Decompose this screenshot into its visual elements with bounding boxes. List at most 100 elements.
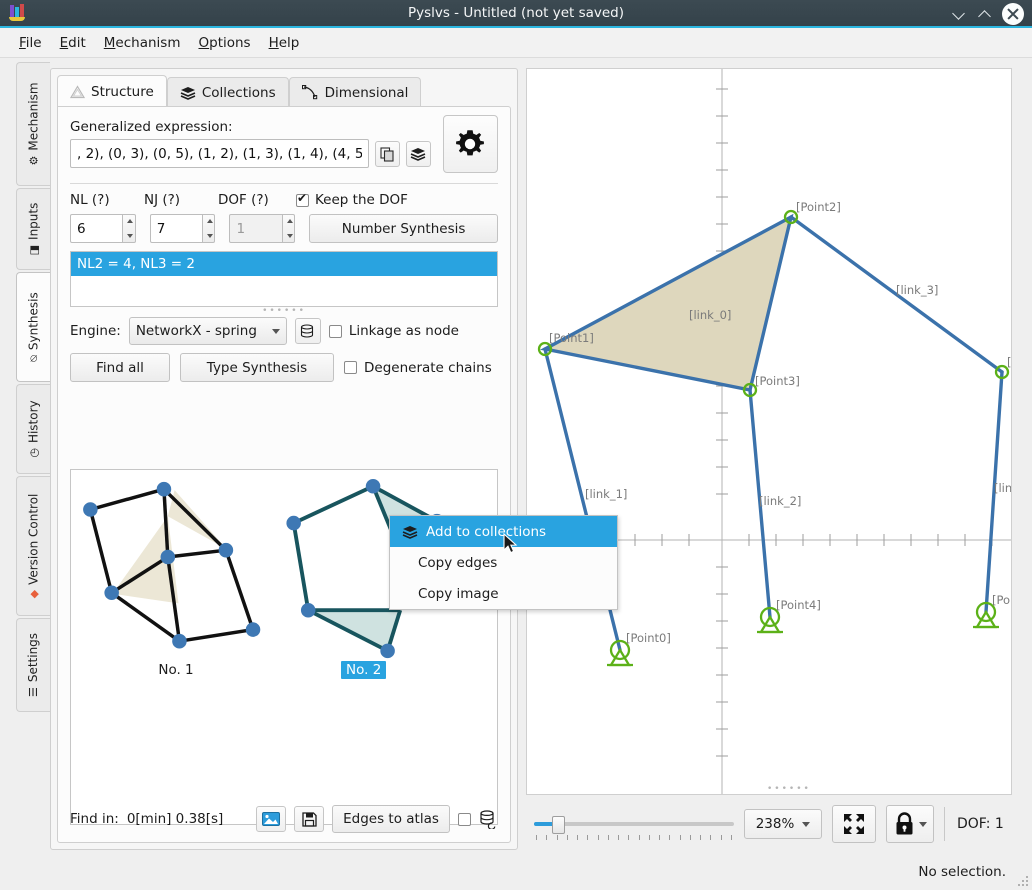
close-button[interactable]: [1002, 3, 1024, 25]
tab-collections[interactable]: Collections: [166, 77, 289, 107]
axis-ticks: [527, 88, 993, 757]
atlas-caption-1[interactable]: No. 1: [71, 662, 281, 678]
window-controls: [944, 3, 1024, 25]
fit-screen-button[interactable]: [832, 805, 876, 843]
link-0-body[interactable]: [540, 213, 794, 392]
engine-database-button[interactable]: [294, 318, 321, 344]
sidebar-item-version-control[interactable]: ◆ Version Control: [16, 476, 50, 616]
structure-tab-content: Generalized expression: , 2), (0, 3), (0…: [57, 106, 511, 843]
menu-file[interactable]: File: [10, 32, 51, 54]
chevron-down-icon: [953, 8, 966, 21]
find-in-label: Find in:: [70, 811, 119, 827]
nl-step-up[interactable]: [123, 215, 134, 229]
sliders-icon: ☰: [27, 687, 40, 698]
copy-expression-button[interactable]: [375, 141, 400, 167]
engine-label: Engine:: [70, 323, 121, 339]
engine-select[interactable]: NetworkX - spring: [128, 317, 287, 345]
splitter-grip[interactable]: ••••••: [70, 307, 498, 316]
nj-step-down[interactable]: [203, 229, 214, 243]
axes: [527, 69, 1011, 794]
nl-step-down[interactable]: [123, 229, 134, 243]
nl-stepper[interactable]: [123, 214, 136, 243]
graph-item-1[interactable]: [83, 481, 261, 649]
menu-item-label: Copy edges: [418, 554, 498, 571]
list-item[interactable]: NL2 = 4, NL3 = 2: [71, 252, 497, 276]
find-all-button[interactable]: Find all: [70, 353, 170, 382]
degenerate-chains-checkbox[interactable]: Degenerate chains: [344, 360, 492, 376]
database-refresh-icon[interactable]: [479, 809, 498, 829]
expression-input[interactable]: [70, 139, 369, 168]
counts-row: 6 7 1 Number Synthesis: [70, 214, 498, 243]
sidebar-item-settings[interactable]: ☰ Settings: [16, 618, 50, 712]
clock-icon: ◷: [27, 448, 40, 458]
menu-help[interactable]: Help: [260, 32, 309, 54]
nj-label: NJ (?): [144, 192, 181, 208]
maximize-button[interactable]: [974, 3, 996, 25]
zoom-slider[interactable]: [534, 810, 734, 840]
nj-step-up[interactable]: [203, 215, 214, 229]
checkbox-box: [328, 324, 342, 338]
type-synthesis-button[interactable]: Type Synthesis: [180, 353, 334, 382]
engine-value: NetworkX - spring: [135, 323, 257, 339]
divider: [944, 807, 945, 841]
generalized-expression-label: Generalized expression:: [70, 119, 233, 135]
save-file-button[interactable]: [294, 806, 324, 832]
nj-spinbox[interactable]: 7: [149, 214, 204, 243]
link-label: [link_0]: [689, 308, 731, 322]
nl-results-list[interactable]: NL2 = 4, NL3 = 2: [70, 251, 498, 307]
menu-item-add-to-collections[interactable]: Add to collections: [390, 516, 617, 547]
resize-grip[interactable]: [1016, 874, 1028, 886]
menu-file-rest: ile: [25, 34, 42, 51]
synthesis-icon: ⍉: [27, 355, 40, 362]
sidebar-tabs: ⚙ Mechanism ◨ Inputs ⍉ Synthesis ◷ History ◆…: [16, 62, 50, 750]
sidebar-item-synthesis[interactable]: ⍉ Synthesis: [16, 272, 50, 382]
point-label: [Point1]: [549, 331, 594, 345]
menu-options[interactable]: Options: [189, 32, 259, 54]
linkage-as-node-checkbox[interactable]: Linkage as node: [328, 323, 459, 339]
menu-item-label: Copy image: [418, 585, 499, 602]
sidebar-item-mechanism[interactable]: ⚙ Mechanism: [16, 62, 50, 186]
chevron-down-icon: [271, 328, 280, 334]
number-synthesis-button[interactable]: Number Synthesis: [309, 214, 498, 243]
chevron-up-icon: [979, 8, 992, 21]
stack-icon: [402, 525, 418, 539]
triangle-icon: [70, 84, 85, 98]
context-menu[interactable]: Add to collections Copy edges Copy image: [389, 515, 618, 610]
atlas-auto-checkbox[interactable]: [458, 812, 471, 826]
tab-dimensional[interactable]: Dimensional: [288, 77, 422, 107]
keep-dof-checkbox[interactable]: Keep the DOF: [296, 191, 408, 208]
slider-knob[interactable]: [552, 816, 565, 834]
menu-item-copy-edges[interactable]: Copy edges: [390, 547, 617, 578]
sidebar-item-history[interactable]: ◷ History: [16, 384, 50, 474]
point-label: [Point2]: [796, 200, 841, 214]
pyslvs-logo-icon: [8, 3, 30, 23]
save-image-button[interactable]: [256, 806, 286, 832]
synthesis-tab-row: Structure Collections Dimensional: [57, 75, 422, 107]
nl-spinbox[interactable]: 6: [70, 214, 124, 243]
linkage-as-node-label: Linkage as node: [348, 323, 459, 339]
image-icon: [262, 812, 280, 826]
expression-to-collections-button[interactable]: [405, 141, 431, 167]
sidebar-item-label: Inputs: [26, 202, 41, 240]
checkbox-box: [344, 361, 357, 374]
tab-structure[interactable]: Structure: [57, 75, 167, 107]
point-label: [Point4]: [776, 598, 821, 612]
mechanism-canvas[interactable]: [link_0] [link_1] [link_2] [link_3] [lin…: [526, 68, 1012, 795]
menu-mechanism[interactable]: Mechanism: [95, 32, 190, 54]
minimize-button[interactable]: [948, 3, 970, 25]
degenerate-chains-label: Degenerate chains: [364, 359, 492, 376]
window-title: Pyslvs - Untitled (not yet saved): [407, 5, 625, 21]
nj-stepper[interactable]: [203, 214, 216, 243]
sidebar-item-label: History: [26, 400, 41, 444]
sidebar-item-inputs[interactable]: ◨ Inputs: [16, 188, 50, 270]
structure-settings-button[interactable]: [442, 115, 498, 173]
lock-button[interactable]: [886, 805, 934, 843]
zoom-value: 238%: [755, 816, 795, 832]
database-icon: [301, 323, 314, 338]
atlas-caption-2[interactable]: No. 2: [341, 661, 387, 679]
menu-item-copy-image[interactable]: Copy image: [390, 578, 617, 609]
canvas-splitter-grip[interactable]: ••••••: [767, 784, 811, 794]
menu-edit[interactable]: Edit: [51, 32, 95, 54]
zoom-select[interactable]: 238%: [744, 809, 822, 839]
edges-to-atlas-button[interactable]: Edges to atlas: [332, 805, 450, 833]
